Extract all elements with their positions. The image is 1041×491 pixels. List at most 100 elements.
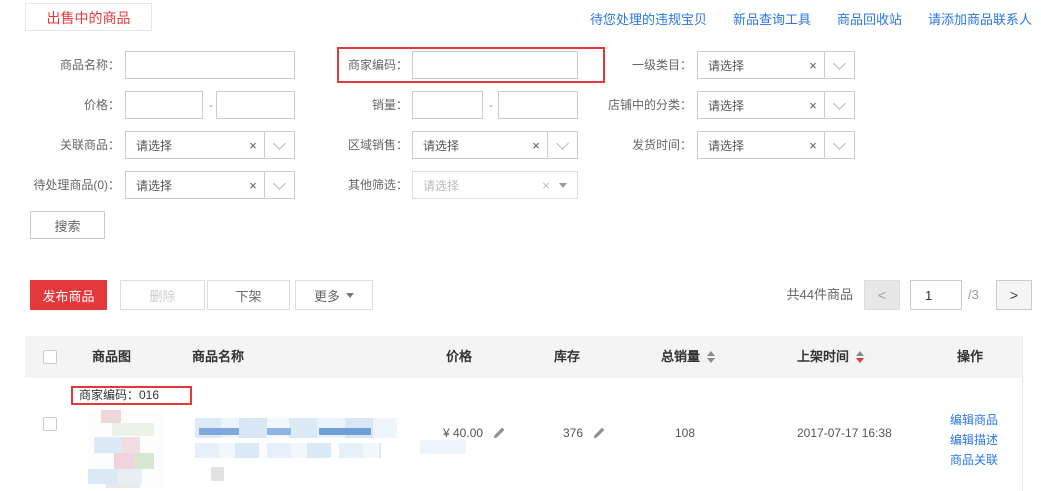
product-name-redacted-line2 (195, 443, 381, 458)
related-products-label: 关联商品： (0, 131, 120, 159)
delivery-time-select-value: 请选择 (698, 137, 802, 154)
more-button-label: 更多 (314, 286, 340, 305)
link-violation-items[interactable]: 待您处理的违规宝贝 (590, 9, 707, 28)
top-links: 待您处理的违规宝贝 新品查询工具 商品回收站 请添加商品联系人 (590, 9, 1032, 28)
clear-icon[interactable]: × (802, 58, 824, 73)
total-sales-cell: 108 (675, 425, 695, 441)
delivery-time-select[interactable]: 请选择 × (697, 131, 855, 159)
related-products-select[interactable]: 请选择 × (125, 131, 295, 159)
other-filter-select-value: 请选择 (413, 177, 535, 194)
column-header-listed-time[interactable]: 上架时间 (797, 336, 864, 378)
listed-time-value: 2017-07-17 16:38 (797, 425, 892, 441)
shop-category-select[interactable]: 请选择 × (697, 91, 855, 119)
page-number-input[interactable] (910, 280, 962, 310)
price-label: 价格： (0, 91, 120, 119)
pending-products-label: 待处理商品(0)： (0, 171, 120, 199)
clear-icon[interactable]: × (802, 138, 824, 153)
pending-products-select-value: 请选择 (126, 177, 242, 194)
filter-row-4: 待处理商品(0)： 请选择 × 其他筛选： 请选择 × (0, 171, 1041, 201)
clear-icon: × (535, 178, 557, 193)
sort-icon[interactable] (707, 351, 715, 363)
column-header-name: 商品名称 (192, 336, 244, 378)
column-header-listed-time-label: 上架时间 (797, 336, 849, 378)
caret-down-icon (559, 183, 567, 188)
sales-label: 销量： (288, 91, 408, 119)
product-name-label: 商品名称： (0, 51, 120, 79)
caret-down-icon (346, 293, 354, 298)
column-header-actions: 操作 (957, 336, 983, 378)
search-button[interactable]: 搜索 (30, 211, 105, 239)
product-name-redacted-tail (420, 440, 466, 454)
region-sales-select-value: 请选择 (413, 137, 525, 154)
price-min-input[interactable] (125, 91, 203, 119)
publish-product-button[interactable]: 发布商品 (30, 280, 107, 310)
product-name-redacted[interactable] (195, 418, 397, 438)
redacted-text-fragment (319, 428, 371, 435)
stock-value: 376 (563, 425, 583, 441)
clear-icon[interactable]: × (242, 178, 264, 193)
select-all-checkbox[interactable] (43, 350, 57, 364)
category-select-value: 请选择 (698, 57, 802, 74)
product-name-input[interactable] (125, 51, 295, 79)
sales-min-input[interactable] (412, 91, 483, 119)
link-recycle-bin[interactable]: 商品回收站 (837, 9, 902, 28)
related-products-select-value: 请选择 (126, 137, 242, 154)
column-header-total-sales-label: 总销量 (661, 336, 700, 378)
tab-onsale-products[interactable]: 出售中的商品 (25, 3, 152, 31)
redacted-text-fragment (199, 428, 239, 435)
filter-row-2: 价格： - 销量： - 店铺中的分类： 请选择 × (0, 91, 1041, 121)
column-header-total-sales[interactable]: 总销量 (661, 336, 715, 378)
table-header: 商品图 商品名称 价格 库存 总销量 上架时间 操作 (25, 336, 1022, 378)
chevron-down-icon[interactable] (824, 132, 854, 158)
clear-icon[interactable]: × (242, 138, 264, 153)
seller-products-page: 出售中的商品 待您处理的违规宝贝 新品查询工具 商品回收站 请添加商品联系人 商… (0, 0, 1041, 491)
price-max-input[interactable] (216, 91, 295, 119)
link-new-product-query-tool[interactable]: 新品查询工具 (733, 9, 811, 28)
sort-icon-active-desc[interactable] (856, 351, 864, 363)
product-relation-link[interactable]: 商品关联 (950, 452, 998, 468)
total-count-text: 共44件商品 (757, 280, 853, 310)
products-table: 商品图 商品名称 价格 库存 总销量 上架时间 操作 商家编码：016 (25, 336, 1023, 491)
chevron-down-icon[interactable] (824, 52, 854, 78)
stock-cell: 376 (563, 425, 606, 441)
total-sales-value: 108 (675, 425, 695, 441)
row-checkbox[interactable] (43, 417, 57, 431)
shop-category-select-value: 请选择 (698, 97, 802, 114)
filter-row-1: 商品名称： 商家编码： 一级类目： 请选择 × (0, 51, 1041, 81)
edit-stock-icon[interactable] (592, 426, 606, 440)
chevron-down-icon[interactable] (824, 92, 854, 118)
row-actions: 编辑商品 编辑描述 商品关联 (950, 412, 998, 468)
listed-time-cell: 2017-07-17 16:38 (797, 425, 892, 441)
page-total-text: /3 (968, 280, 994, 310)
offshelf-button[interactable]: 下架 (207, 280, 290, 310)
prev-page-button[interactable]: < (864, 280, 900, 310)
pending-products-select[interactable]: 请选择 × (125, 171, 295, 199)
sales-range-separator: - (486, 91, 496, 119)
price-value: ¥ 40.00 (443, 425, 483, 441)
merchant-code-label: 商家编码： (288, 51, 408, 79)
column-header-stock: 库存 (554, 336, 580, 378)
clear-icon[interactable]: × (525, 138, 547, 153)
other-filter-select[interactable]: 请选择 × (412, 171, 578, 199)
category-select[interactable]: 请选择 × (697, 51, 855, 79)
column-header-price: 价格 (446, 336, 472, 378)
product-image[interactable] (88, 410, 165, 488)
merchant-code-annotated: 商家编码：016 (71, 386, 192, 405)
more-button[interactable]: 更多 (295, 280, 373, 310)
price-cell: ¥ 40.00 (443, 425, 506, 441)
edit-product-link[interactable]: 编辑商品 (950, 412, 998, 428)
redacted-text-fragment (267, 428, 291, 435)
delete-button[interactable]: 删除 (120, 280, 205, 310)
delivery-time-label: 发货时间： (548, 131, 692, 159)
column-header-image: 商品图 (92, 336, 131, 378)
other-filter-label: 其他筛选： (288, 171, 408, 199)
redacted-block (211, 467, 224, 481)
price-range-separator: - (206, 91, 216, 119)
shop-category-label: 店铺中的分类： (548, 91, 692, 119)
filter-row-3: 关联商品： 请选择 × 区域销售： 请选择 × 发货时间： 请选择 × (0, 131, 1041, 161)
edit-price-icon[interactable] (492, 426, 506, 440)
next-page-button[interactable]: > (996, 280, 1032, 310)
link-add-product-contact[interactable]: 请添加商品联系人 (928, 9, 1032, 28)
edit-description-link[interactable]: 编辑描述 (950, 432, 998, 448)
clear-icon[interactable]: × (802, 98, 824, 113)
